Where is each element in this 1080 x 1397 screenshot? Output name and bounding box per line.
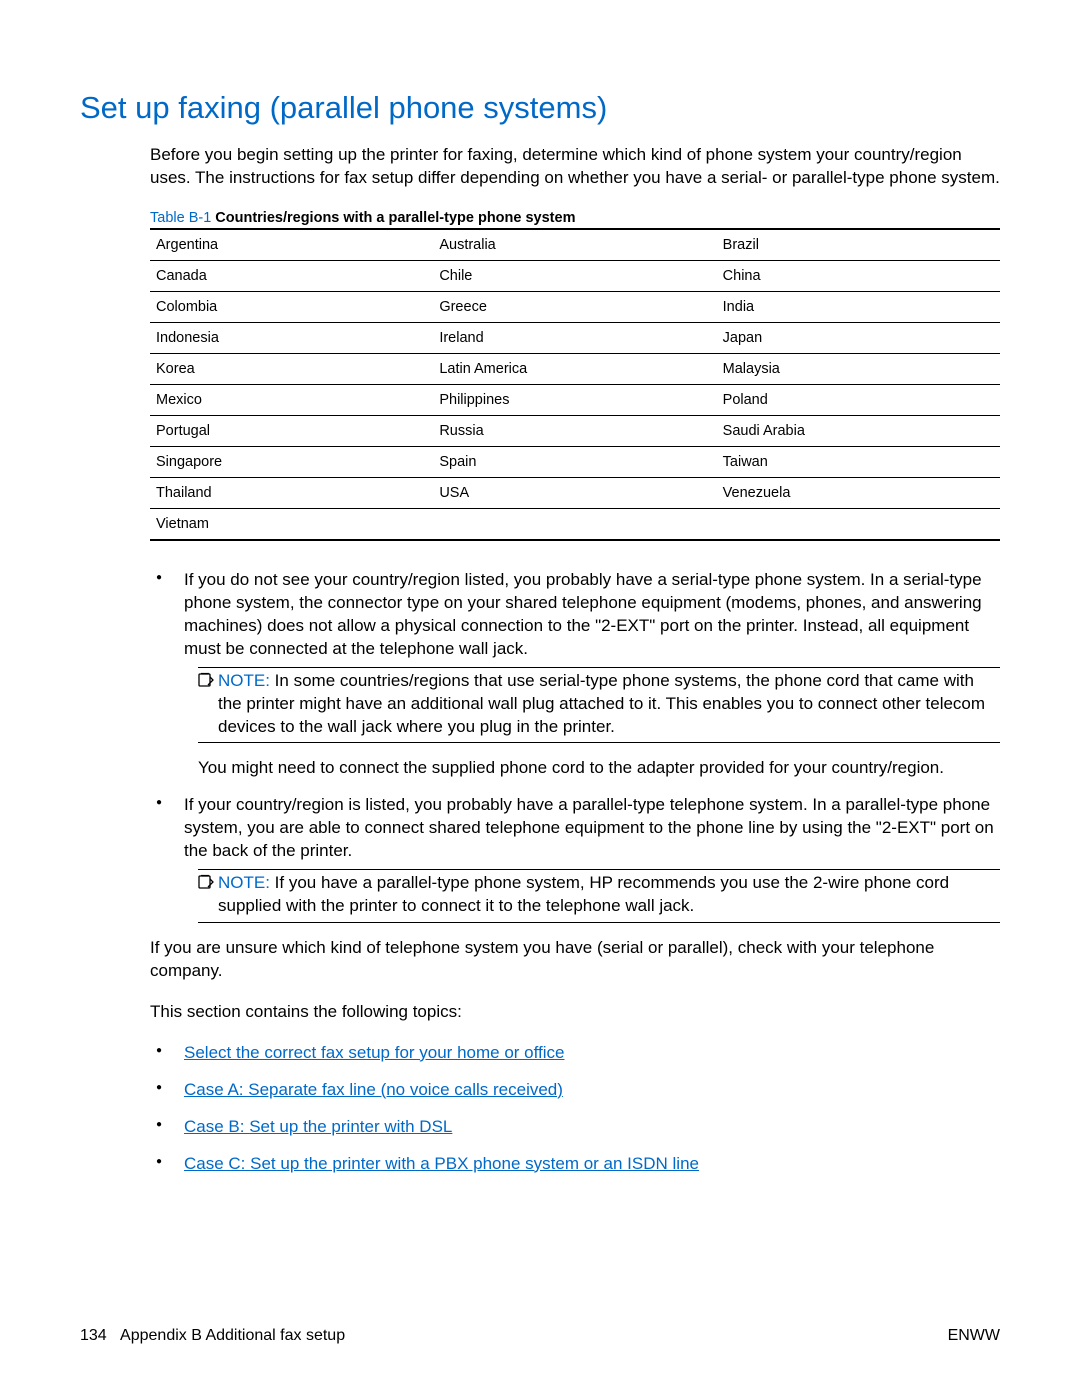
country-cell: Venezuela (717, 477, 1000, 508)
page-footer: 134 Appendix B Additional fax setup ENWW (80, 1327, 1000, 1345)
adapter-paragraph: You might need to connect the supplied p… (198, 757, 1000, 780)
country-cell: China (717, 260, 1000, 291)
country-cell: USA (433, 477, 716, 508)
country-cell: Vietnam (150, 508, 433, 540)
country-cell: Spain (433, 446, 716, 477)
page-title: Set up faxing (parallel phone systems) (80, 90, 1000, 126)
country-cell: Poland (717, 384, 1000, 415)
note-label: NOTE: (218, 671, 270, 690)
bullet-parallel-system: If your country/region is listed, you pr… (184, 795, 994, 860)
table-row: SingaporeSpainTaiwan (150, 446, 1000, 477)
country-cell: Thailand (150, 477, 433, 508)
country-cell: Australia (433, 229, 716, 261)
appendix-title: Appendix B Additional fax setup (120, 1327, 345, 1344)
note-icon (198, 672, 214, 688)
unsure-paragraph: If you are unsure which kind of telephon… (150, 937, 1000, 983)
note-label: NOTE: (218, 873, 270, 892)
note-icon (198, 874, 214, 890)
country-cell: Latin America (433, 353, 716, 384)
table-row: CanadaChileChina (150, 260, 1000, 291)
topic-link[interactable]: Case C: Set up the printer with a PBX ph… (184, 1154, 699, 1173)
country-cell: Malaysia (717, 353, 1000, 384)
table-caption: Table B-1 Countries/regions with a paral… (150, 210, 1000, 226)
country-cell: Chile (433, 260, 716, 291)
table-row: ThailandUSAVenezuela (150, 477, 1000, 508)
country-cell: Portugal (150, 415, 433, 446)
note-text: If you have a parallel-type phone system… (218, 873, 949, 915)
country-cell: Ireland (433, 322, 716, 353)
country-cell: Brazil (717, 229, 1000, 261)
country-cell: Singapore (150, 446, 433, 477)
note-parallel: NOTE: If you have a parallel-type phone … (198, 869, 1000, 923)
country-cell (717, 508, 1000, 540)
table-row: ArgentinaAustraliaBrazil (150, 229, 1000, 261)
country-cell: Korea (150, 353, 433, 384)
note-serial: NOTE: In some countries/regions that use… (198, 667, 1000, 744)
country-cell: Canada (150, 260, 433, 291)
page-number: 134 (80, 1327, 107, 1344)
table-row: Vietnam (150, 508, 1000, 540)
country-cell: Taiwan (717, 446, 1000, 477)
list-item: Select the correct fax setup for your ho… (150, 1042, 1000, 1065)
country-cell: Mexico (150, 384, 433, 415)
list-item: Case A: Separate fax line (no voice call… (150, 1079, 1000, 1102)
table-row: ColombiaGreeceIndia (150, 291, 1000, 322)
country-cell: India (717, 291, 1000, 322)
footer-right: ENWW (948, 1327, 1000, 1345)
topics-intro: This section contains the following topi… (150, 1001, 1000, 1024)
topic-link[interactable]: Case B: Set up the printer with DSL (184, 1117, 452, 1136)
country-cell: Indonesia (150, 322, 433, 353)
topic-link[interactable]: Case A: Separate fax line (no voice call… (184, 1080, 563, 1099)
country-cell: Greece (433, 291, 716, 322)
country-cell (433, 508, 716, 540)
list-item: Case C: Set up the printer with a PBX ph… (150, 1153, 1000, 1176)
topic-link[interactable]: Select the correct fax setup for your ho… (184, 1043, 564, 1062)
list-item: Case B: Set up the printer with DSL (150, 1116, 1000, 1139)
country-cell: Argentina (150, 229, 433, 261)
table-row: MexicoPhilippinesPoland (150, 384, 1000, 415)
country-cell: Russia (433, 415, 716, 446)
intro-paragraph: Before you begin setting up the printer … (150, 144, 1000, 190)
bullet-serial-system: If you do not see your country/region li… (184, 570, 982, 658)
note-text: In some countries/regions that use seria… (218, 671, 985, 736)
table-row: PortugalRussiaSaudi Arabia (150, 415, 1000, 446)
table-caption-title: Countries/regions with a parallel-type p… (211, 210, 575, 226)
table-row: KoreaLatin AmericaMalaysia (150, 353, 1000, 384)
topics-list: Select the correct fax setup for your ho… (150, 1042, 1000, 1176)
countries-table: ArgentinaAustraliaBrazilCanadaChileChina… (150, 228, 1000, 541)
country-cell: Colombia (150, 291, 433, 322)
country-cell: Philippines (433, 384, 716, 415)
table-caption-prefix: Table B-1 (150, 210, 211, 226)
country-cell: Saudi Arabia (717, 415, 1000, 446)
table-row: IndonesiaIrelandJapan (150, 322, 1000, 353)
country-cell: Japan (717, 322, 1000, 353)
